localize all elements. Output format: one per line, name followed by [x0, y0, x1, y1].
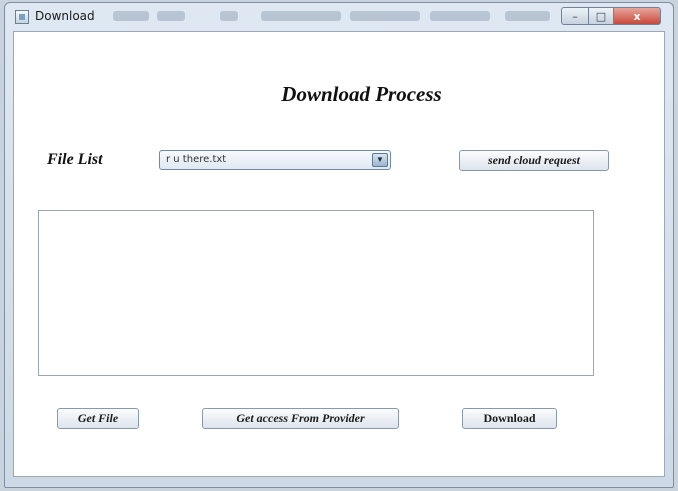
blurred-title-region — [220, 11, 238, 21]
get-file-button[interactable]: Get File — [57, 408, 139, 429]
title-bar[interactable]: Download – □ x — [5, 3, 673, 31]
blurred-title-region — [157, 11, 185, 21]
chevron-down-icon[interactable]: ▼ — [372, 153, 388, 167]
content-panel: Download Process File List r u there.txt… — [13, 31, 665, 477]
close-button[interactable]: x — [613, 7, 661, 25]
file-list-combobox[interactable]: r u there.txt ▼ — [159, 150, 391, 170]
download-button[interactable]: Download — [462, 408, 557, 429]
page-title: Download Process — [281, 82, 442, 106]
window-title: Download — [35, 9, 95, 23]
blurred-title-region — [350, 11, 420, 21]
blurred-title-region — [261, 11, 341, 21]
get-access-button[interactable]: Get access From Provider — [202, 408, 399, 429]
app-icon — [15, 10, 29, 24]
send-cloud-request-button[interactable]: send cloud request — [459, 150, 609, 171]
download-window: Download – □ x Download Process File Lis… — [4, 2, 674, 488]
maximize-button[interactable]: □ — [588, 7, 614, 25]
file-list-label: File List — [47, 151, 103, 168]
minimize-button[interactable]: – — [561, 7, 589, 25]
close-icon: x — [633, 9, 641, 23]
output-text-area[interactable] — [38, 210, 594, 376]
blurred-title-region — [113, 11, 149, 21]
blurred-title-region — [430, 11, 490, 21]
maximize-icon: □ — [595, 9, 607, 23]
file-list-selected-value: r u there.txt — [166, 154, 227, 165]
minimize-icon: – — [572, 9, 578, 23]
blurred-title-region — [505, 11, 550, 21]
